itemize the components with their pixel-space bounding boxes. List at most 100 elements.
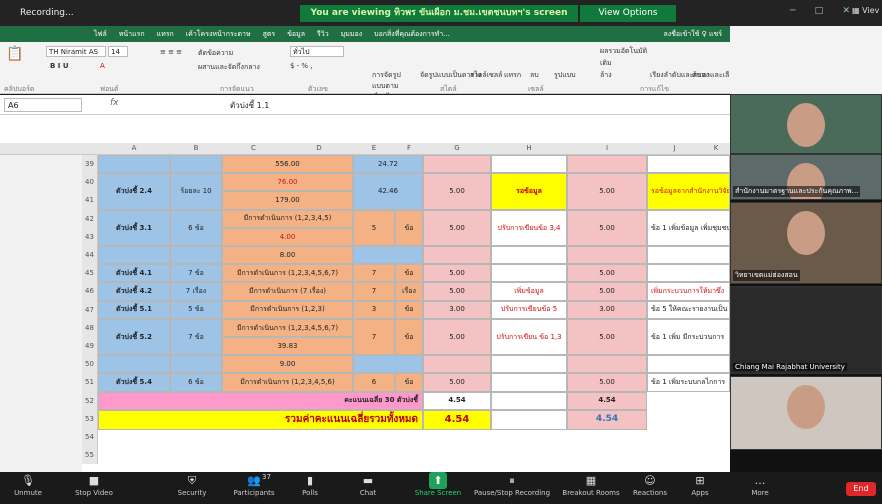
column-header-b[interactable]: B <box>170 144 222 152</box>
cell-j[interactable]: ข้อ 1 เพิ่มข้อมูล เพิ่มชุมชน <box>647 209 730 246</box>
cell-a[interactable] <box>98 155 170 174</box>
cell-f[interactable]: ข้อ <box>395 373 423 392</box>
row-header[interactable]: 50 <box>82 355 98 374</box>
cell-g[interactable]: 4.54 <box>423 409 491 430</box>
row-header[interactable]: 47 <box>82 300 98 319</box>
cell-j[interactable]: ข้อ 1 เพิ่ม มีกระบวนการ <box>647 318 730 356</box>
column-header-e[interactable]: E <box>353 144 395 152</box>
merge-center-button[interactable]: ผสานและจัดกึ่งกลาง <box>198 62 260 73</box>
cell-i[interactable]: 4.54 <box>567 391 647 410</box>
video-tile[interactable]: สำนักงานมาตรฐานและประกันคุณภาพ... <box>730 154 882 200</box>
cell-j[interactable]: รอข้อมูลจากสำนักงานวิจัยและ <box>647 173 730 210</box>
cell-e[interactable]: 3 <box>353 300 395 319</box>
cell-c[interactable]: มีการดำเนินการ (7 เรื่อง) <box>222 282 353 301</box>
tab-review[interactable]: รีวิว <box>317 29 329 40</box>
cell-g[interactable] <box>423 155 491 174</box>
cell-e[interactable]: 7 <box>353 264 395 283</box>
security-button[interactable]: ⛨ Security <box>170 472 214 504</box>
unmute-button[interactable]: 🎙 Unmute <box>6 472 50 504</box>
video-tile[interactable]: วิทยาเขตแม่ฮ่องสอน <box>730 202 882 284</box>
row-header[interactable]: 52 <box>82 391 98 410</box>
more-button[interactable]: … More <box>740 472 780 504</box>
row-header[interactable]: 46 <box>82 282 98 301</box>
cell-e[interactable]: 24.72 <box>353 155 423 174</box>
view-options-button[interactable]: View Options <box>580 5 676 22</box>
align-icon[interactable]: ≡ ≡ ≡ <box>160 48 182 56</box>
maximize-icon[interactable]: □ <box>815 6 824 20</box>
cell-j[interactable] <box>647 246 730 265</box>
tab-view[interactable]: มุมมอง <box>341 29 362 40</box>
cell-g[interactable]: 5.00 <box>423 318 491 356</box>
tab-formulas[interactable]: สูตร <box>263 29 276 40</box>
cell-a[interactable]: ตัวบ่งชี้ 3.1 <box>98 209 170 246</box>
fill-button[interactable]: เติม <box>600 58 612 69</box>
cell-b[interactable] <box>170 246 222 265</box>
spreadsheet-grid[interactable]: ABCDEFGHIJK 39 40 41 42 43 44 45 46 47 48 49 50 51 52… <box>0 115 730 485</box>
cell-h[interactable]: รอข้อมูล <box>491 173 567 210</box>
bold-icon[interactable]: B I U <box>50 62 69 70</box>
cell-a[interactable]: ตัวบ่งชี้ 2.4 <box>98 173 170 210</box>
cell-b[interactable] <box>170 155 222 174</box>
cell-c[interactable]: 9.00 <box>222 355 353 374</box>
pause-stop-recording-button[interactable]: ⏸ Pause/Stop Recording <box>470 472 554 504</box>
cell-b[interactable]: 7 ข้อ <box>170 264 222 283</box>
cell-i[interactable]: 5.00 <box>567 264 647 283</box>
column-header-h[interactable]: H <box>491 144 567 152</box>
cell-c[interactable]: มีการดำเนินการ (1,2,3) <box>222 300 353 319</box>
cell-i[interactable]: 4.54 <box>567 409 647 430</box>
row-header[interactable]: 40 <box>82 173 98 192</box>
cell-i[interactable]: 5.00 <box>567 318 647 356</box>
insert-cells-button[interactable]: แทรก <box>504 70 521 81</box>
end-meeting-button[interactable]: End <box>846 482 876 496</box>
column-header-k[interactable]: K <box>702 144 730 152</box>
cell-h[interactable] <box>491 155 567 174</box>
cell-g[interactable]: 3.00 <box>423 300 491 319</box>
row-header[interactable]: 54 <box>82 428 98 447</box>
tab-data[interactable]: ข้อมูล <box>287 29 305 40</box>
cell-h[interactable] <box>491 391 567 410</box>
currency-percent-buttons[interactable]: $ - % , <box>290 62 313 70</box>
cell-i[interactable]: 5.00 <box>567 209 647 246</box>
cell-a[interactable]: ตัวบ่งชี้ 4.1 <box>98 264 170 283</box>
cell-i[interactable]: 5.00 <box>567 373 647 392</box>
font-color-icon[interactable]: A <box>100 62 105 70</box>
font-name-select[interactable]: TH Niramit AS <box>46 46 106 57</box>
cell-h[interactable] <box>491 373 567 392</box>
formula-input[interactable]: ตัวบ่งชี้ 1.1 <box>230 99 269 112</box>
total-label-cell[interactable]: รวมค่าคะแนนเฉลี่ยรวมทั้งหมด <box>98 409 423 430</box>
share-screen-button[interactable]: ⬆ Share Screen <box>410 472 466 504</box>
font-size-select[interactable]: 14 <box>108 46 128 57</box>
cell-b[interactable] <box>170 355 222 374</box>
row-header[interactable]: 45 <box>82 264 98 283</box>
cell-g[interactable]: 5.00 <box>423 209 491 246</box>
cell-c[interactable]: 8.00 <box>222 246 353 265</box>
cell-h[interactable]: ปรับการเขียนข้อ 3,4 <box>491 209 567 246</box>
column-header-a[interactable]: A <box>98 144 170 152</box>
cell-f[interactable]: ข้อ <box>395 264 423 283</box>
cell-g[interactable]: 5.00 <box>423 373 491 392</box>
cell-c[interactable]: 39.83 <box>222 337 353 356</box>
paste-icon[interactable]: 📋 <box>6 46 23 62</box>
cell-j[interactable]: ข้อ 5 ให้คณะรายงานเป็น <box>647 300 730 319</box>
cell-a[interactable] <box>98 355 170 374</box>
cell-i[interactable] <box>567 155 647 174</box>
cell-f[interactable]: ข้อ <box>395 209 423 246</box>
polls-button[interactable]: ▮ Polls <box>292 472 328 504</box>
cell-g[interactable]: 5.00 <box>423 282 491 301</box>
cell-c[interactable]: 76.00 <box>222 173 353 192</box>
cell-c[interactable]: มีการดำเนินการ (1,2,3,4,5,6) <box>222 373 353 392</box>
cell-c[interactable]: 556.00 <box>222 155 353 174</box>
tab-page-layout[interactable]: เค้าโครงหน้ากระดาษ <box>186 29 251 40</box>
cell-h[interactable] <box>491 355 567 374</box>
cell-e[interactable]: 6 <box>353 373 395 392</box>
tab-file[interactable]: ไฟล์ <box>94 29 107 40</box>
format-cells-button[interactable]: รูปแบบ <box>554 70 576 81</box>
column-header-c[interactable]: C <box>222 144 285 152</box>
cell-b[interactable]: 7 เรื่อง <box>170 282 222 301</box>
number-format-select[interactable]: ทั่วไป <box>290 46 344 57</box>
cell-b[interactable]: 6 ข้อ <box>170 373 222 392</box>
cell-f[interactable]: ข้อ <box>395 318 423 356</box>
cell-h[interactable]: ปรับการเขียน ข้อ 1,3 <box>491 318 567 356</box>
close-icon[interactable]: ✕ <box>842 6 850 20</box>
cell-f[interactable]: ข้อ <box>395 300 423 319</box>
